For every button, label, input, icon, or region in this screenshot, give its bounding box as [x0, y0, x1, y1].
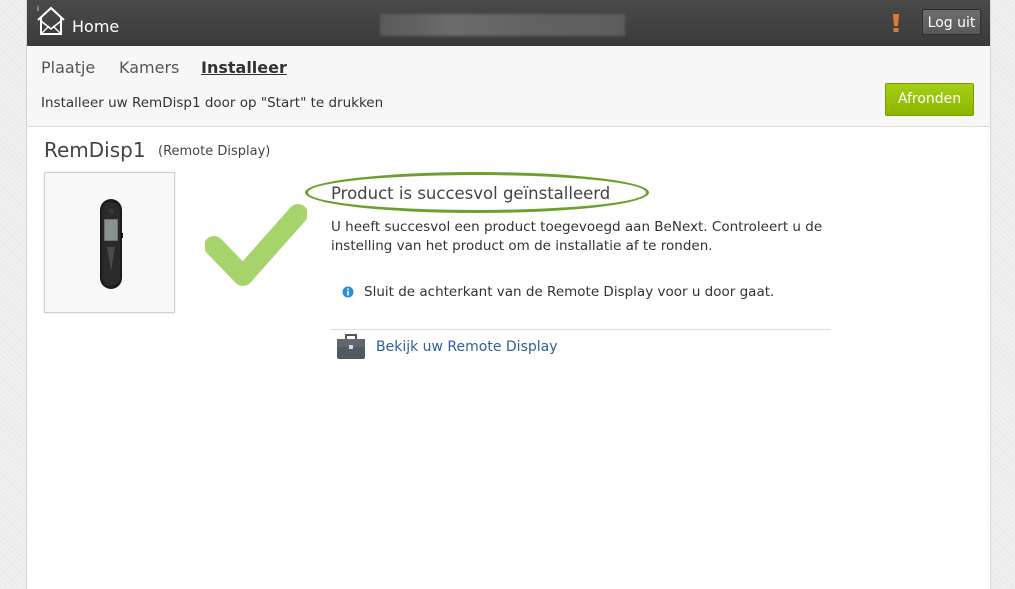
success-title: Product is succesvol geïnstalleerd [331, 184, 611, 203]
install-instruction: Installeer uw RemDisp1 door op "Start" t… [41, 95, 384, 111]
view-product-link[interactable]: Bekijk uw Remote Display [376, 339, 558, 355]
info-icon [342, 286, 354, 298]
exclamation-icon[interactable] [890, 12, 902, 34]
blurred-address [380, 14, 625, 36]
tab-kamers[interactable]: Kamers [119, 58, 179, 77]
house-envelope-icon[interactable]: i [35, 5, 67, 37]
app-window: i Home Log uit Plaatje Kamers Installeer… [26, 0, 991, 589]
divider [331, 329, 831, 330]
success-message: U heeft succesvol een product toegevoegd… [331, 219, 823, 254]
briefcase-icon[interactable] [336, 334, 366, 360]
product-type: (Remote Display) [158, 144, 271, 159]
product-image [44, 172, 175, 313]
finish-button[interactable]: Afronden [885, 83, 974, 116]
top-bar: i Home Log uit [27, 0, 990, 46]
tab-plaatje[interactable]: Plaatje [41, 58, 95, 77]
remote-display-image [100, 199, 123, 289]
svg-text:i: i [37, 5, 39, 13]
sub-header: Plaatje Kamers Installeer Installeer uw … [27, 46, 990, 127]
info-note: Sluit de achterkant van de Remote Displa… [364, 284, 775, 300]
logout-button[interactable]: Log uit [922, 9, 981, 35]
tab-installeer[interactable]: Installeer [201, 58, 287, 77]
home-label[interactable]: Home [72, 17, 119, 36]
product-name: RemDisp1 [44, 138, 146, 162]
checkmark-icon [205, 204, 307, 286]
